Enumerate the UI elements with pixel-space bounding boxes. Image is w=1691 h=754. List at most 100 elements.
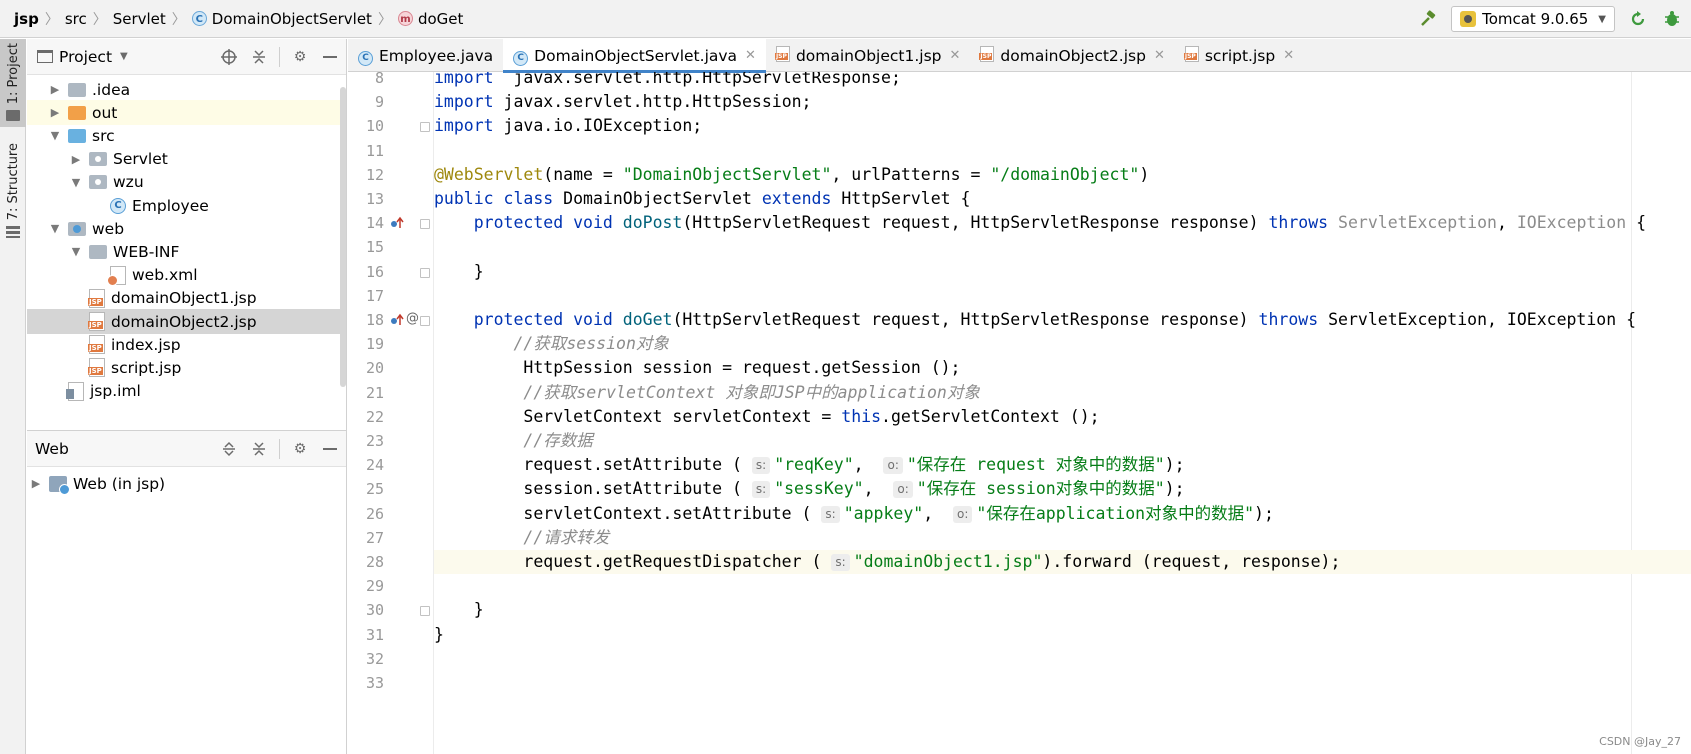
close-icon[interactable]: ✕ bbox=[745, 48, 756, 63]
code-line[interactable]: session.setAttribute ( s: "sessKey", o: "保… bbox=[434, 477, 1691, 501]
code-line[interactable]: protected void doPost(HttpServletRequest… bbox=[434, 211, 1691, 235]
tree-item[interactable]: ▶ Web (in jsp) bbox=[27, 471, 346, 496]
tree-item[interactable]: ▶ Servlet bbox=[27, 147, 346, 172]
run-configuration-select[interactable]: Tomcat 9.0.65 ▼ bbox=[1451, 6, 1615, 32]
close-icon[interactable]: ✕ bbox=[1154, 48, 1165, 63]
breadcrumb-item[interactable]: src bbox=[65, 10, 87, 28]
chevron-down-icon[interactable]: ▼ bbox=[69, 175, 83, 189]
code-line[interactable] bbox=[434, 574, 1691, 598]
override-method-icon[interactable] bbox=[390, 216, 404, 233]
editor-tab[interactable]: JSP domainObject1.jsp ✕ bbox=[766, 39, 970, 72]
editor-tab[interactable]: C DomainObjectServlet.java ✕ bbox=[503, 39, 766, 73]
chevron-down-icon[interactable]: ▼ bbox=[120, 51, 128, 62]
code-token: "appkey" bbox=[843, 503, 924, 523]
close-icon[interactable]: ✕ bbox=[950, 48, 961, 63]
code-line[interactable]: //获取servletContext 对象即JSP中的application对象 bbox=[434, 381, 1691, 405]
code-line[interactable] bbox=[434, 647, 1691, 671]
chevron-right-icon[interactable]: ▶ bbox=[29, 477, 43, 491]
fold-marker-icon[interactable] bbox=[420, 219, 430, 230]
gear-icon[interactable]: ⚙ bbox=[290, 439, 310, 459]
tree-item[interactable]: ▼ wzu bbox=[27, 170, 346, 195]
tool-tab-project[interactable]: 1: Project bbox=[0, 39, 26, 127]
tree-item[interactable]: JSP domainObject1.jsp bbox=[27, 286, 346, 311]
chevron-right-icon[interactable]: ▶ bbox=[48, 106, 62, 120]
gear-icon[interactable]: ⚙ bbox=[290, 47, 310, 67]
breadcrumb-separator-icon: 〉 bbox=[44, 11, 59, 28]
breadcrumb-item[interactable]: jsp bbox=[14, 10, 39, 28]
code-line[interactable]: public class DomainObjectServlet extends… bbox=[434, 187, 1691, 211]
tree-item-label: web.xml bbox=[132, 266, 198, 285]
fold-marker-icon[interactable] bbox=[420, 606, 430, 617]
tree-item[interactable]: ▼ web bbox=[27, 216, 346, 241]
breadcrumb-item[interactable]: Servlet bbox=[113, 10, 166, 28]
tree-item[interactable]: jsp.iml bbox=[27, 379, 346, 404]
collapse-all-icon[interactable] bbox=[249, 439, 269, 459]
editor-tab[interactable]: C Employee.java bbox=[348, 39, 503, 72]
breadcrumb-item[interactable]: C DomainObjectServlet bbox=[191, 10, 372, 28]
tree-item[interactable]: ▶ out bbox=[27, 100, 346, 126]
code-line[interactable]: protected void doGet(HttpServletRequest … bbox=[434, 308, 1691, 332]
chevron-down-icon[interactable]: ▼ bbox=[48, 129, 62, 143]
code-line[interactable]: } bbox=[434, 623, 1691, 647]
package-icon bbox=[89, 175, 107, 190]
code-line[interactable] bbox=[434, 139, 1691, 163]
code-token: throws bbox=[1258, 310, 1319, 329]
build-hammer-icon[interactable] bbox=[1417, 8, 1439, 30]
editor-tab[interactable]: JSP script.jsp ✕ bbox=[1175, 39, 1304, 72]
code-line[interactable]: request.setAttribute ( s: "reqKey", o: "保存… bbox=[434, 453, 1691, 477]
tree-item[interactable]: ▼ WEB-INF bbox=[27, 239, 346, 264]
project-panel-title[interactable]: Project bbox=[59, 48, 112, 66]
code-line[interactable]: //获取session对象 bbox=[434, 332, 1691, 356]
breadcrumb-item[interactable]: m doGet bbox=[397, 10, 463, 28]
fold-marker-icon[interactable] bbox=[420, 122, 430, 133]
fold-marker-icon[interactable] bbox=[420, 316, 430, 326]
tree-item[interactable]: JSP index.jsp bbox=[27, 332, 346, 357]
code-line[interactable]: //请求转发 bbox=[434, 526, 1691, 550]
code-area[interactable]: import javax.servlet.http.HttpServletRes… bbox=[434, 72, 1691, 754]
tree-item[interactable]: JSP domainObject2.jsp bbox=[27, 309, 346, 334]
editor-tab[interactable]: JSP domainObject2.jsp ✕ bbox=[970, 39, 1174, 72]
collapse-all-icon[interactable] bbox=[249, 47, 269, 67]
fold-marker-icon[interactable] bbox=[420, 267, 430, 278]
expand-all-icon[interactable] bbox=[219, 439, 239, 459]
line-number: 26 bbox=[365, 504, 384, 523]
code-line[interactable]: request.getRequestDispatcher ( s: "domain… bbox=[434, 550, 1691, 574]
code-token: ); bbox=[1164, 479, 1185, 499]
chevron-down-icon[interactable]: ▼ bbox=[69, 245, 83, 259]
code-line[interactable] bbox=[434, 671, 1691, 695]
project-scrollbar[interactable] bbox=[340, 87, 346, 387]
code-token: doGet bbox=[622, 310, 673, 329]
annotation-marker-icon[interactable]: @ bbox=[406, 311, 419, 326]
chevron-right-icon[interactable]: ▶ bbox=[69, 152, 83, 166]
minimize-icon[interactable] bbox=[320, 47, 340, 67]
code-line[interactable]: } bbox=[434, 598, 1691, 622]
locate-crosshair-icon[interactable] bbox=[219, 47, 239, 67]
rerun-icon[interactable] bbox=[1627, 8, 1649, 30]
code-line[interactable]: import javax.servlet.http.HttpSession; bbox=[434, 90, 1691, 114]
code-line[interactable]: //存数据 bbox=[434, 429, 1691, 453]
tree-item[interactable]: JSP script.jsp bbox=[27, 355, 346, 380]
class-icon: C bbox=[191, 11, 207, 26]
tree-item[interactable]: ▶ .idea bbox=[27, 77, 346, 102]
code-line[interactable]: servletContext.setAttribute ( s: "appkey"… bbox=[434, 502, 1691, 526]
breadcrumb-label: Servlet bbox=[112, 9, 166, 28]
override-method-icon[interactable] bbox=[390, 313, 404, 330]
tool-tab-structure[interactable]: 7: Structure bbox=[0, 139, 26, 279]
code-line[interactable]: import java.io.IOException; bbox=[434, 114, 1691, 138]
minimize-icon[interactable] bbox=[320, 439, 340, 459]
close-icon[interactable]: ✕ bbox=[1283, 48, 1294, 63]
tree-item[interactable]: ▼ src bbox=[27, 123, 346, 148]
code-line[interactable]: ServletContext servletContext = this.get… bbox=[434, 405, 1691, 429]
code-line[interactable]: @WebServlet(name = "DomainObjectServlet"… bbox=[434, 163, 1691, 187]
code-line[interactable]: HttpSession session = request.getSession… bbox=[434, 356, 1691, 380]
code-line[interactable]: } bbox=[434, 260, 1691, 284]
debug-bug-icon[interactable] bbox=[1661, 8, 1683, 30]
code-token: "DomainObjectServlet" bbox=[622, 164, 832, 184]
code-line[interactable] bbox=[434, 284, 1691, 308]
chevron-right-icon[interactable]: ▶ bbox=[48, 83, 62, 97]
code-line[interactable]: import javax.servlet.http.HttpServletRes… bbox=[434, 72, 1691, 90]
code-line[interactable] bbox=[434, 235, 1691, 259]
tree-item[interactable]: web.xml bbox=[27, 263, 346, 288]
tree-item[interactable]: C Employee bbox=[27, 193, 346, 218]
chevron-down-icon[interactable]: ▼ bbox=[48, 222, 62, 236]
